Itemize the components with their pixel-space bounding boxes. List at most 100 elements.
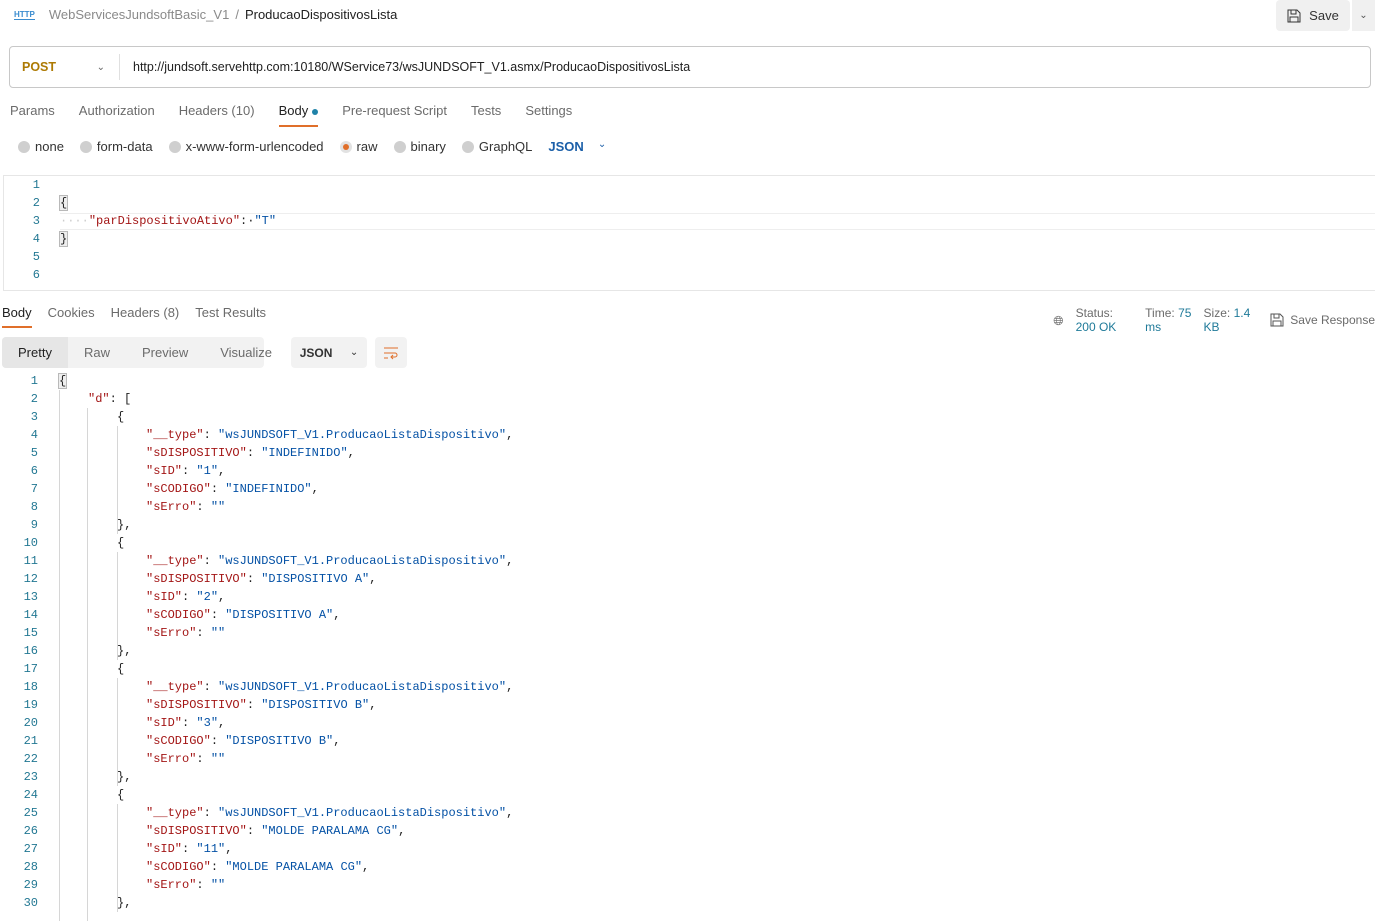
json-string: "DISPOSITIVO B" bbox=[225, 734, 334, 748]
size[interactable]: Size: 1.4 KB bbox=[1204, 306, 1251, 334]
request-body-editor[interactable]: 1 2 {3 ····"parDispositivoAtivo":·"T" 4} 5 6 bbox=[3, 175, 1375, 291]
response-view-tabs: Pretty Raw Preview Visualize bbox=[2, 337, 272, 368]
code-line: { bbox=[117, 788, 124, 802]
time[interactable]: Time: 75 ms bbox=[1145, 306, 1191, 334]
json-punctuation: }, bbox=[117, 896, 132, 910]
response-format-select[interactable]: JSON ⌄ bbox=[291, 337, 367, 368]
line-number: 24 bbox=[23, 788, 38, 802]
line-number: 5 bbox=[30, 446, 38, 460]
line-number: 28 bbox=[23, 860, 38, 874]
json-punctuation: } bbox=[58, 231, 69, 247]
line-number: 18 bbox=[23, 680, 38, 694]
indent-guide bbox=[87, 408, 88, 921]
radio-raw[interactable]: raw bbox=[339, 139, 378, 154]
body-language-select[interactable]: JSON ⌄ bbox=[548, 139, 606, 154]
line-number: 3 bbox=[30, 410, 38, 424]
view-raw[interactable]: Raw bbox=[68, 337, 126, 368]
json-key: "sDISPOSITIVO" bbox=[146, 572, 247, 586]
method-select[interactable]: POST ⌄ bbox=[10, 54, 120, 80]
line-number: 4 bbox=[30, 428, 38, 442]
tab-headers-10[interactable]: Headers (10) bbox=[179, 103, 255, 127]
response-tab-cookies[interactable]: Cookies bbox=[48, 305, 95, 328]
line-number: 1 bbox=[30, 374, 38, 388]
json-punctuation: : bbox=[196, 626, 211, 640]
json-punctuation: : bbox=[182, 590, 197, 604]
json-string: "wsJUNDSOFT_V1.ProducaoListaDispositivo" bbox=[218, 806, 507, 820]
save-button[interactable]: Save bbox=[1276, 0, 1350, 31]
json-punctuation: , bbox=[506, 428, 514, 442]
line-number: 16 bbox=[23, 644, 38, 658]
json-key: "sID" bbox=[146, 464, 183, 478]
json-punctuation: :· bbox=[240, 214, 255, 228]
save-response-button[interactable]: Save Response bbox=[1270, 313, 1375, 327]
request-name[interactable]: ProducaoDispositivosLista bbox=[245, 7, 397, 22]
view-pretty[interactable]: Pretty bbox=[2, 337, 68, 368]
json-punctuation: , bbox=[398, 824, 406, 838]
line-number: 10 bbox=[23, 536, 38, 550]
json-key: "sDISPOSITIVO" bbox=[146, 446, 247, 460]
radio-graphql[interactable]: GraphQL bbox=[461, 139, 532, 154]
collection-link[interactable]: WebServicesJundsoftBasic_V1 bbox=[49, 7, 229, 22]
tab-label: Pre-request Script bbox=[342, 103, 447, 118]
tab-params[interactable]: Params bbox=[10, 103, 55, 127]
code-line: "sDISPOSITIVO": "INDEFINIDO", bbox=[146, 446, 355, 460]
chevron-down-icon: ⌄ bbox=[597, 139, 607, 150]
line-number: 20 bbox=[23, 716, 38, 730]
view-visualize[interactable]: Visualize bbox=[204, 337, 288, 368]
line-number: 26 bbox=[23, 824, 38, 838]
code-line: "sCODIGO": "DISPOSITIVO A", bbox=[146, 608, 340, 622]
save-label: Save bbox=[1309, 8, 1339, 23]
json-punctuation: , bbox=[218, 716, 226, 730]
line-number: 13 bbox=[23, 590, 38, 604]
json-punctuation: : bbox=[246, 824, 262, 838]
code-line: "sErro": "" bbox=[146, 878, 225, 892]
json-punctuation: : bbox=[210, 482, 226, 496]
json-key: "sErro" bbox=[146, 626, 197, 640]
radio-label: binary bbox=[410, 139, 446, 154]
chevron-down-icon: ⌄ bbox=[349, 347, 359, 358]
body-language-label: JSON bbox=[548, 139, 584, 154]
json-punctuation: , bbox=[333, 608, 341, 622]
radio-x-www-form-urlencoded[interactable]: x-www-form-urlencoded bbox=[168, 139, 324, 154]
wrap-icon bbox=[384, 347, 398, 359]
json-punctuation: : bbox=[203, 806, 219, 820]
response-tab-test-results[interactable]: Test Results bbox=[195, 305, 266, 328]
radio-binary[interactable]: binary bbox=[393, 139, 446, 154]
code-line: }, bbox=[117, 770, 131, 784]
radio-circle-icon bbox=[18, 140, 30, 153]
json-punctuation: , bbox=[506, 806, 514, 820]
json-punctuation: : bbox=[203, 554, 219, 568]
radio-circle-icon bbox=[461, 140, 474, 153]
json-punctuation: , bbox=[347, 446, 355, 460]
radio-form-data[interactable]: form-data bbox=[79, 139, 153, 154]
tab-pre-request-script[interactable]: Pre-request Script bbox=[342, 103, 447, 127]
json-string: "wsJUNDSOFT_V1.ProducaoListaDispositivo" bbox=[218, 554, 507, 568]
radio-none[interactable]: none bbox=[18, 139, 64, 154]
tab-label: Tests bbox=[470, 103, 502, 118]
json-key: "__type" bbox=[146, 806, 204, 820]
json-key: "sID" bbox=[146, 716, 183, 730]
tab-body[interactable]: Body bbox=[278, 103, 319, 127]
json-string: "T" bbox=[254, 214, 277, 228]
response-tab-headers-8[interactable]: Headers (8) bbox=[111, 305, 180, 328]
save-dropdown-button[interactable]: ⌄ bbox=[1352, 0, 1375, 31]
status[interactable]: Status: 200 OK bbox=[1076, 306, 1134, 334]
json-punctuation: }, bbox=[117, 770, 132, 784]
json-key: "sCODIGO" bbox=[146, 482, 211, 496]
whitespace-marker: ···· bbox=[60, 214, 89, 228]
wrap-lines-button[interactable] bbox=[375, 337, 407, 368]
json-punctuation: , bbox=[333, 734, 341, 748]
response-body-viewer[interactable]: 1 {2 "d": [3 {4 "__type": "wsJUNDSOFT_V1.Pro… bbox=[0, 372, 1375, 921]
tab-label: Authorization bbox=[78, 103, 155, 118]
json-string: "2" bbox=[196, 590, 219, 604]
url-input[interactable]: http://jundsoft.servehttp.com:10180/WSer… bbox=[120, 60, 690, 74]
view-preview[interactable]: Preview bbox=[126, 337, 204, 368]
json-punctuation: }, bbox=[117, 644, 132, 658]
code-line: "__type": "wsJUNDSOFT_V1.ProducaoListaDi… bbox=[146, 428, 513, 442]
tab-tests[interactable]: Tests bbox=[471, 103, 501, 127]
response-tab-body[interactable]: Body bbox=[2, 305, 32, 328]
json-punctuation: { bbox=[57, 373, 68, 389]
radio-circle-icon bbox=[393, 140, 406, 153]
tab-authorization[interactable]: Authorization bbox=[79, 103, 155, 127]
tab-settings[interactable]: Settings bbox=[525, 103, 572, 127]
